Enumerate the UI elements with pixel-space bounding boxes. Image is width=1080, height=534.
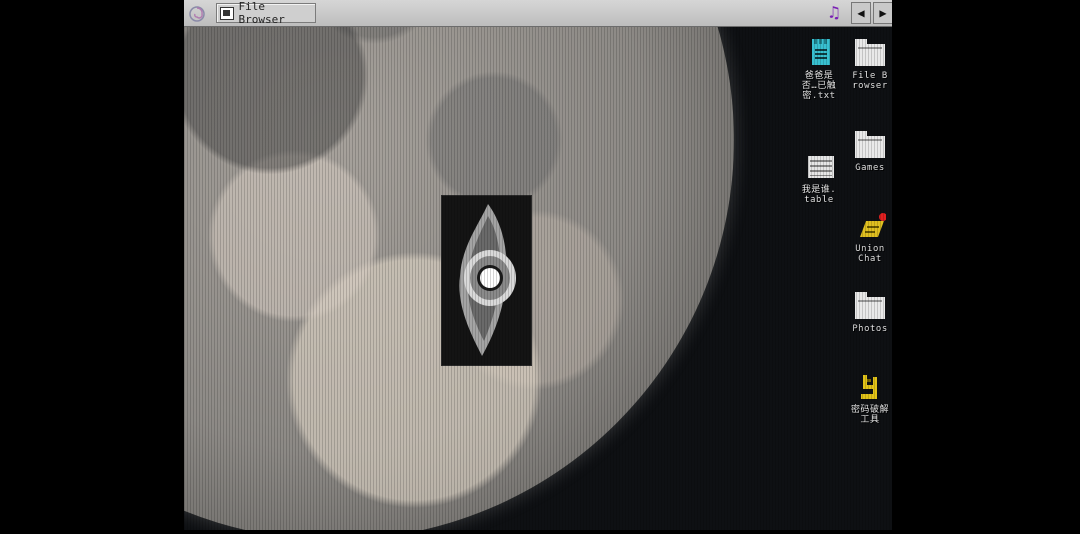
- desktop-icon-label: 密码破解工具: [850, 405, 889, 425]
- chat-app-icon: [854, 211, 887, 241]
- triangle-right-icon[interactable]: ▶: [873, 2, 892, 24]
- text-file-icon: [803, 38, 835, 68]
- swirl-logo-icon: [189, 5, 205, 22]
- desktop-icon-label: File Browser: [852, 71, 888, 91]
- folder-icon: [854, 291, 886, 321]
- eye-image-window[interactable]: [441, 195, 532, 366]
- desktop: File Browser ♫ ◀ ▶ 爸爸是否…已触密.txt 我是谁.tabl…: [184, 0, 892, 530]
- desktop-icon-label: 我是谁.table: [801, 185, 837, 205]
- music-note-icon[interactable]: ♫: [824, 3, 844, 23]
- triangle-left-icon[interactable]: ◀: [851, 2, 871, 24]
- eye-image: [442, 196, 531, 365]
- folder-icon: [854, 38, 886, 68]
- crack-tool-icon: [854, 372, 886, 402]
- table-file-icon: [803, 152, 835, 182]
- taskbar-window-file-browser[interactable]: File Browser: [216, 0, 316, 26]
- desktop-icon-file-browser[interactable]: File Browser: [848, 38, 892, 91]
- desktop-icon-label: Games: [855, 163, 885, 173]
- desktop-icon-table-file[interactable]: 我是谁.table: [797, 152, 841, 205]
- desktop-icon-crack-tool[interactable]: 密码破解工具: [848, 372, 892, 425]
- desktop-icon-label: 爸爸是否…已触密.txt: [801, 71, 837, 101]
- desktop-icon-secret-txt[interactable]: 爸爸是否…已触密.txt: [797, 38, 841, 101]
- start-button[interactable]: [186, 3, 208, 24]
- desktop-icon-games[interactable]: Games: [848, 130, 892, 173]
- desktop-icon-label: Photos: [852, 324, 888, 334]
- desktop-icon-union-chat[interactable]: Union Chat: [848, 211, 892, 264]
- desktop-icon-label: Union Chat: [855, 244, 885, 264]
- window-icon: [220, 6, 234, 20]
- taskbar-window-label: File Browser: [238, 0, 285, 26]
- folder-icon: [854, 130, 886, 160]
- desktop-icon-photos[interactable]: Photos: [848, 291, 892, 334]
- taskbar: File Browser ♫ ◀ ▶: [184, 0, 892, 27]
